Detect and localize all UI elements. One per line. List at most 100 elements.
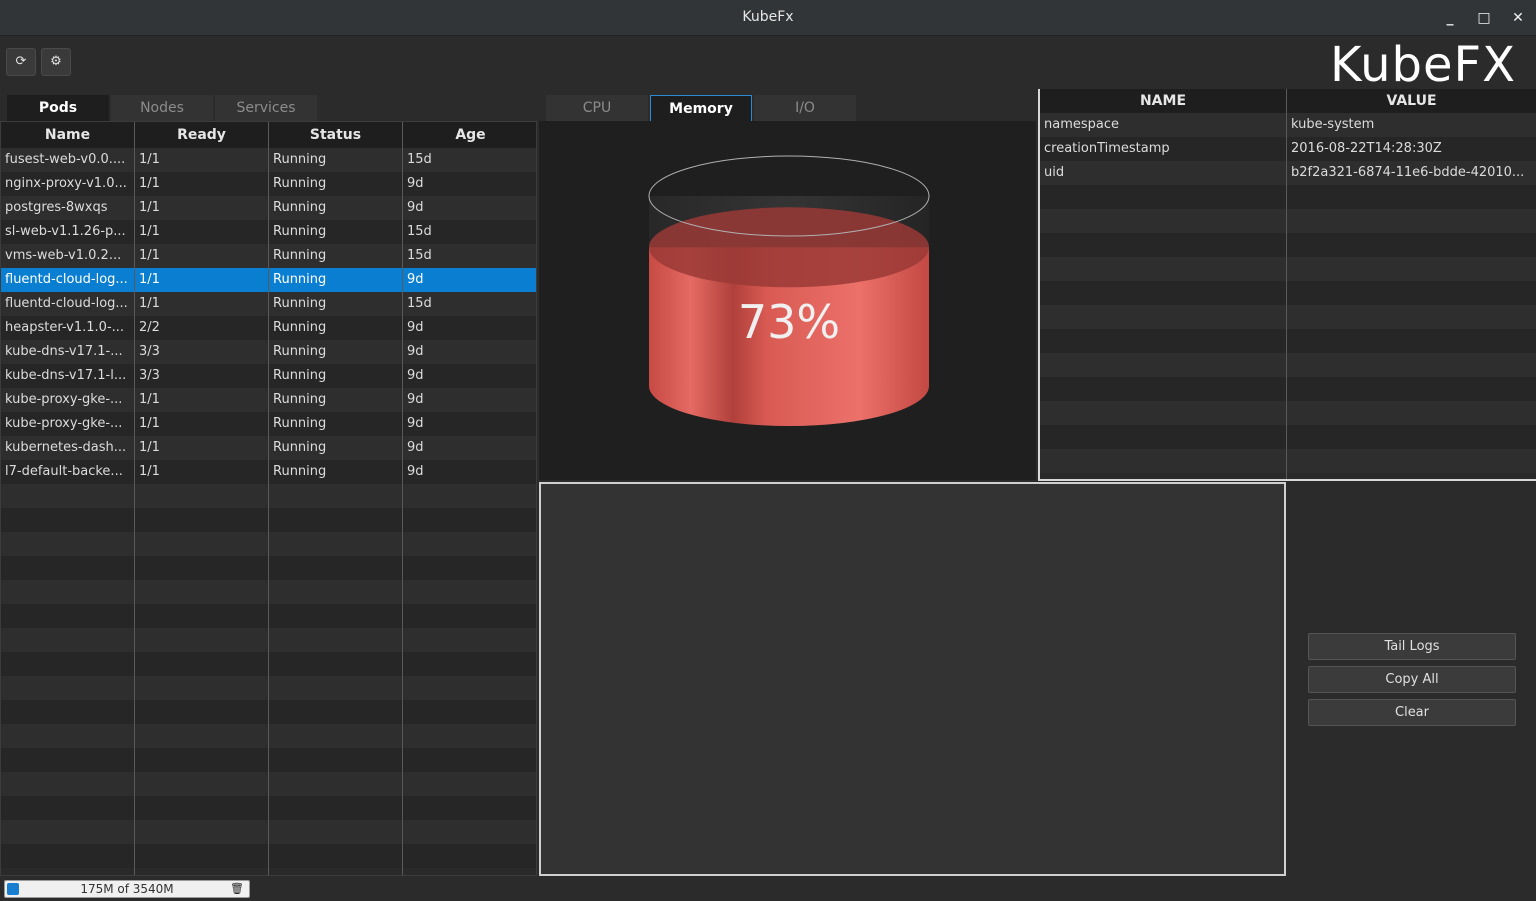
copy-all-button[interactable]: Copy All	[1308, 666, 1516, 693]
pod-status-cell: Running	[273, 176, 327, 191]
empty-table-row	[1040, 233, 1536, 257]
tab-io[interactable]: I/O	[754, 95, 856, 121]
pod-ready-cell: 2/2	[139, 320, 160, 335]
pod-name-cell: heapster-v1.1.0-...	[5, 320, 125, 335]
pod-status-cell: Running	[273, 440, 327, 455]
pod-ready-cell: 1/1	[139, 392, 160, 407]
pod-status-cell: Running	[273, 296, 327, 311]
close-button[interactable]: ✕	[1508, 8, 1528, 28]
pod-ready-cell: 3/3	[139, 368, 160, 383]
tab-nodes[interactable]: Nodes	[111, 95, 213, 121]
pod-name-cell: kube-dns-v17.1-l...	[5, 368, 127, 383]
column-header-age[interactable]: Age	[403, 122, 536, 148]
pod-age-cell: 9d	[407, 176, 424, 191]
pod-age-cell: 9d	[407, 464, 424, 479]
empty-table-row	[1040, 305, 1536, 329]
column-header-ready[interactable]: Ready	[135, 122, 269, 148]
pod-name-cell: kube-proxy-gke-...	[5, 416, 123, 431]
pod-ready-cell: 3/3	[139, 344, 160, 359]
log-actions-panel: Tail Logs Copy All Clear	[1288, 482, 1536, 876]
settings-button[interactable]: ⚙	[41, 48, 71, 76]
pod-ready-cell: 1/1	[139, 440, 160, 455]
column-header-name[interactable]: Name	[1, 122, 135, 148]
pod-status-cell: Running	[273, 152, 327, 167]
empty-table-row	[1040, 281, 1536, 305]
empty-table-row	[1040, 353, 1536, 377]
gauge-value-label: 73%	[738, 295, 840, 349]
pod-status-cell: Running	[273, 368, 327, 383]
title-bar: KubeFx _ □ ✕	[0, 0, 1536, 36]
gauge-liquid-surface	[649, 207, 929, 288]
pod-name-cell: nginx-proxy-v1.0...	[5, 176, 127, 191]
tab-services[interactable]: Services	[215, 95, 317, 121]
property-name-cell: namespace	[1044, 117, 1120, 132]
pod-status-cell: Running	[273, 320, 327, 335]
empty-table-row	[1040, 257, 1536, 281]
pod-age-cell: 9d	[407, 344, 424, 359]
memory-usage-bar[interactable]: 175M of 3540M 🗑	[4, 880, 250, 898]
empty-table-row	[1040, 185, 1536, 209]
pod-age-cell: 9d	[407, 368, 424, 383]
column-header-status[interactable]: Status	[269, 122, 403, 148]
pod-age-cell: 15d	[407, 152, 432, 167]
pod-name-cell: sl-web-v1.1.26-p...	[5, 224, 126, 239]
pods-table: Name Ready Status Age fusest-web-v0.0...…	[0, 121, 537, 876]
tail-logs-button[interactable]: Tail Logs	[1308, 633, 1516, 660]
property-value-cell: b2f2a321-6874-11e6-bdde-42010...	[1291, 165, 1525, 180]
pod-name-cell: kubernetes-dash...	[5, 440, 127, 455]
tab-cpu[interactable]: CPU	[546, 95, 648, 121]
window-title: KubeFx	[742, 9, 794, 25]
column-header-prop-name[interactable]: NAME	[1040, 89, 1287, 113]
pod-age-cell: 9d	[407, 200, 424, 215]
pod-status-cell: Running	[273, 200, 327, 215]
toolbar: ⟳ ⚙ KubeFX	[0, 37, 1536, 93]
maximize-button[interactable]: □	[1474, 8, 1494, 28]
property-value-cell: 2016-08-22T14:28:30Z	[1291, 141, 1442, 156]
trash-icon[interactable]: 🗑	[230, 881, 244, 897]
properties-table: NAME VALUE namespace kube-system creationT…	[1038, 89, 1536, 481]
pod-ready-cell: 1/1	[139, 176, 160, 191]
memory-gauge-chart: 73%	[648, 155, 930, 426]
pod-age-cell: 9d	[407, 320, 424, 335]
table-row[interactable]: creationTimestamp 2016-08-22T14:28:30Z	[1040, 137, 1536, 161]
tab-memory[interactable]: Memory	[650, 95, 752, 121]
pod-age-cell: 9d	[407, 272, 424, 287]
pod-age-cell: 15d	[407, 224, 432, 239]
pod-ready-cell: 1/1	[139, 248, 160, 263]
pod-status-cell: Running	[273, 344, 327, 359]
property-value-cell: kube-system	[1291, 117, 1375, 132]
pod-status-cell: Running	[273, 248, 327, 263]
pod-age-cell: 9d	[407, 392, 424, 407]
metric-tabs: CPU Memory I/O	[546, 95, 856, 121]
table-row[interactable]: namespace kube-system	[1040, 113, 1536, 137]
pod-name-cell: vms-web-v1.0.2...	[5, 248, 122, 263]
clear-button[interactable]: Clear	[1308, 699, 1516, 726]
pod-status-cell: Running	[273, 464, 327, 479]
empty-table-row	[1040, 329, 1536, 353]
refresh-button[interactable]: ⟳	[6, 48, 36, 76]
pod-ready-cell: 1/1	[139, 272, 160, 287]
pod-age-cell: 9d	[407, 416, 424, 431]
table-row[interactable]: uid b2f2a321-6874-11e6-bdde-42010...	[1040, 161, 1536, 185]
property-name-cell: uid	[1044, 165, 1065, 180]
log-output-area[interactable]	[539, 482, 1286, 876]
memory-chart-panel: 73%	[539, 121, 1036, 480]
pod-ready-cell: 1/1	[139, 464, 160, 479]
pod-age-cell: 15d	[407, 248, 432, 263]
pod-status-cell: Running	[273, 224, 327, 239]
properties-table-header: NAME VALUE	[1040, 89, 1536, 113]
property-name-cell: creationTimestamp	[1044, 141, 1170, 156]
app-logo: KubeFX	[1330, 37, 1516, 93]
pod-name-cell: kube-dns-v17.1-...	[5, 344, 123, 359]
pod-name-cell: fluentd-cloud-log...	[5, 296, 128, 311]
column-header-prop-value[interactable]: VALUE	[1287, 89, 1536, 113]
memory-usage-text: 175M of 3540M	[80, 882, 174, 896]
pod-name-cell: l7-default-backe...	[5, 464, 123, 479]
pod-status-cell: Running	[273, 272, 327, 287]
resource-tabs: Pods Nodes Services	[7, 95, 327, 121]
pod-ready-cell: 1/1	[139, 200, 160, 215]
pod-status-cell: Running	[273, 416, 327, 431]
empty-table-row	[1040, 449, 1536, 473]
minimize-button[interactable]: _	[1440, 8, 1460, 28]
tab-pods[interactable]: Pods	[7, 95, 109, 121]
